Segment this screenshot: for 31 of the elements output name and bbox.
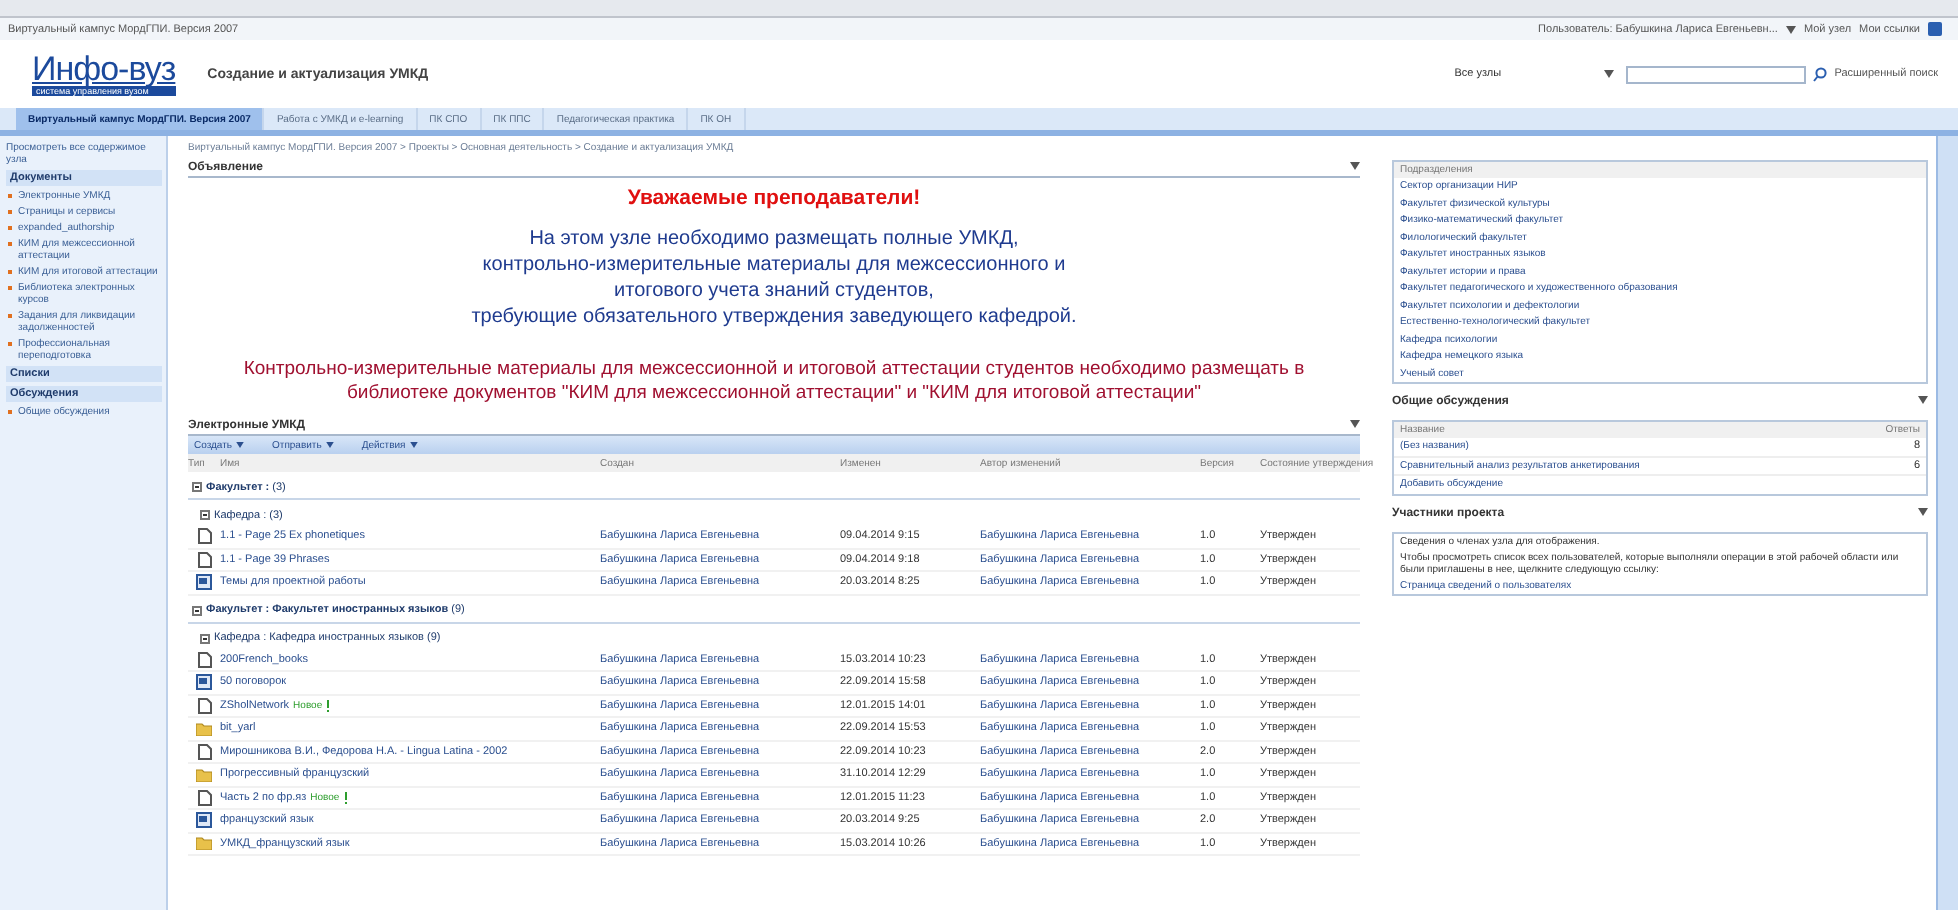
document-icon (197, 697, 211, 714)
folder-icon (196, 721, 212, 736)
caret-icon (1785, 25, 1796, 33)
caret-icon (236, 442, 245, 448)
caret-icon (409, 442, 418, 448)
announcement-text: На этом узле необходимо размещать полные УМКД, контрольно-измерительные материалы для межсессионного и итогового учета знаний студентов, требующие обязательного утверждения заведующего кафедрой. (471, 226, 1077, 330)
word-document-icon (196, 574, 212, 591)
collapse-icon[interactable] (200, 633, 210, 643)
document-icon (197, 789, 211, 806)
caret-icon (325, 442, 334, 448)
caret-icon (1604, 70, 1615, 78)
new-icon (343, 791, 348, 804)
document-icon (197, 743, 211, 760)
collapse-icon[interactable] (192, 605, 202, 615)
caret-icon (1350, 420, 1360, 428)
collapse-icon[interactable] (200, 510, 210, 520)
folder-icon (196, 767, 212, 782)
search-field[interactable] (1626, 65, 1807, 83)
document-icon (197, 651, 211, 668)
word-document-icon (196, 812, 212, 829)
collapse-icon[interactable] (192, 482, 202, 492)
announcement-heading: Уважаемые преподаватели! (627, 186, 921, 210)
logo: Инфо-вуз (32, 52, 176, 86)
caret-icon (1918, 396, 1928, 404)
word-document-icon (196, 674, 212, 691)
caret-icon (1918, 507, 1928, 515)
caret-icon (1350, 162, 1360, 170)
folder-icon (196, 836, 212, 851)
new-icon (326, 699, 331, 712)
search-icon[interactable] (1812, 66, 1829, 82)
announcement-note: Контрольно-измерительные материалы для межсессионной и итоговой аттестации студентов необходимо размещать в библиотеке документов "КИМ для межсессионной аттестации" и "КИМ для итоговой аттестации" (243, 358, 1305, 406)
